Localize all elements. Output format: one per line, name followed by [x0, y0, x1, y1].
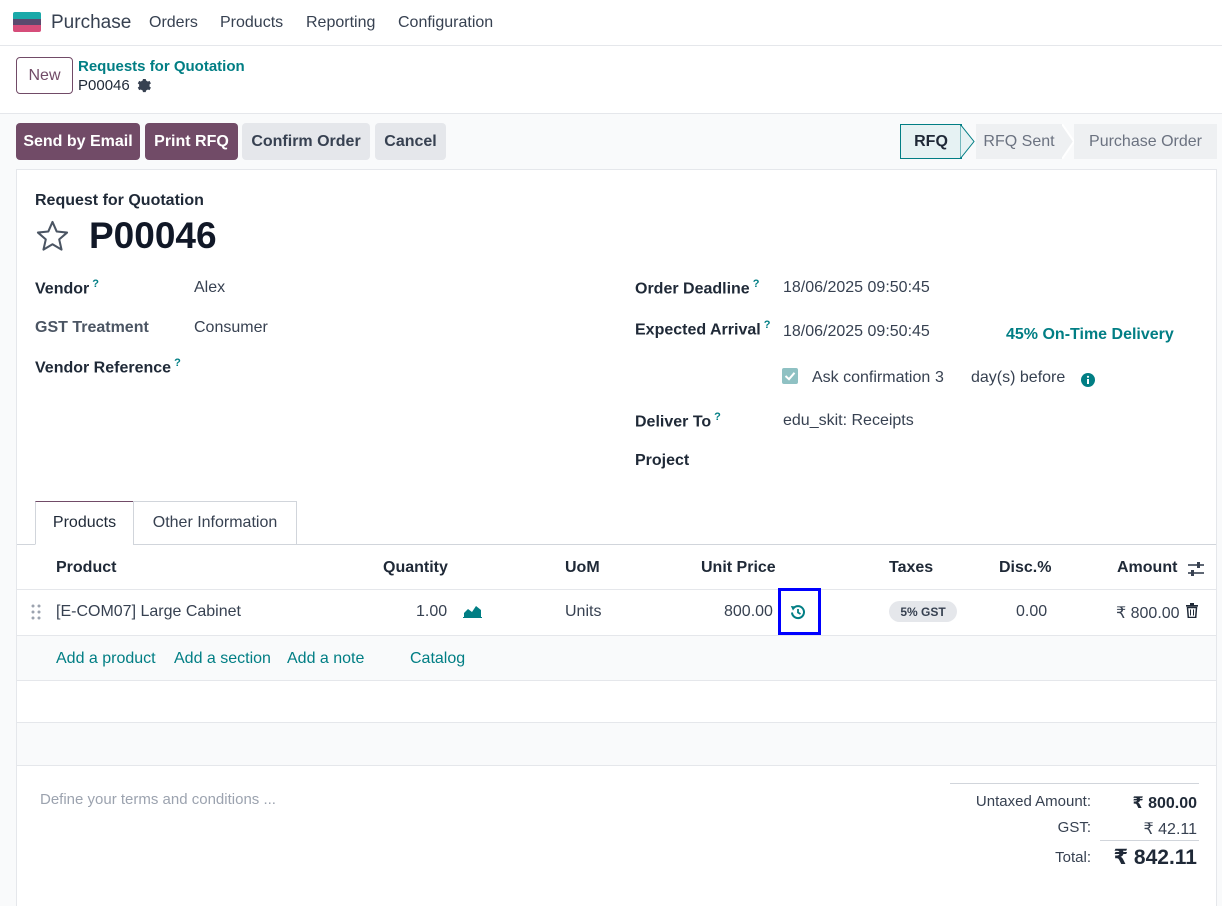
- total-label: Total:: [1055, 849, 1091, 866]
- order-deadline-label: Order Deadline?: [635, 278, 760, 298]
- tax-badge[interactable]: 5% GST: [889, 601, 957, 622]
- order-deadline-field[interactable]: 18/06/2025 09:50:45: [783, 279, 930, 297]
- deliver-to-label: Deliver To?: [635, 411, 721, 431]
- catalog-link[interactable]: Catalog: [410, 650, 465, 668]
- days-before-label: day(s) before: [971, 369, 1066, 386]
- gst-total-value: ₹ 42.11: [1143, 821, 1197, 838]
- top-navbar: Purchase Orders Products Reporting Confi…: [0, 0, 1222, 46]
- menu-products[interactable]: Products: [220, 14, 283, 32]
- vendor-field[interactable]: Alex: [194, 279, 225, 297]
- menu-configuration[interactable]: Configuration: [398, 14, 493, 32]
- deliver-to-field[interactable]: edu_skit: Receipts: [783, 412, 914, 430]
- terms-conditions-field[interactable]: Define your terms and conditions ...: [40, 791, 276, 808]
- col-disc[interactable]: Disc.%: [999, 559, 1051, 577]
- form-subtitle: Request for Quotation: [35, 192, 204, 209]
- total-divider: [1100, 840, 1199, 841]
- totals-border: [950, 783, 1199, 784]
- expected-arrival-label: Expected Arrival?: [635, 319, 771, 339]
- vendor-reference-label: Vendor Reference?: [35, 357, 181, 377]
- project-label: Project: [635, 452, 690, 469]
- vendor-label: Vendor?: [35, 278, 99, 298]
- column-settings-icon[interactable]: [1187, 561, 1205, 577]
- gst-total-label: GST:: [1057, 819, 1091, 836]
- on-time-delivery-stat[interactable]: 45% On-Time Delivery: [1006, 326, 1174, 344]
- app-name[interactable]: Purchase: [51, 12, 131, 34]
- drag-handle-icon[interactable]: [31, 604, 41, 620]
- col-taxes[interactable]: Taxes: [889, 559, 933, 577]
- row-border: [17, 722, 1216, 723]
- row-border: [17, 765, 1216, 766]
- info-icon[interactable]: [1081, 373, 1095, 387]
- cancel-button[interactable]: Cancel: [375, 123, 446, 160]
- ask-confirmation-label: Ask confirmation: [812, 369, 931, 386]
- gst-treatment-label: GST Treatment: [35, 319, 149, 336]
- record-reference: P00046: [89, 215, 217, 256]
- col-quantity[interactable]: Quantity: [383, 559, 448, 577]
- forecast-chart-icon[interactable]: [463, 604, 482, 618]
- stage-purchase-order[interactable]: Purchase Order: [1074, 124, 1217, 159]
- confirm-order-button[interactable]: Confirm Order: [242, 123, 370, 160]
- add-product-link[interactable]: Add a product: [56, 650, 156, 668]
- send-by-email-button[interactable]: Send by Email: [16, 123, 140, 160]
- add-note-link[interactable]: Add a note: [287, 650, 364, 668]
- empty-row: [17, 723, 1216, 765]
- cell-unit-price[interactable]: 800.00: [724, 603, 773, 621]
- reset-price-icon[interactable]: [790, 604, 806, 620]
- untaxed-amount-label: Untaxed Amount:: [975, 793, 1091, 810]
- menu-orders[interactable]: Orders: [149, 14, 198, 32]
- cell-discount[interactable]: 0.00: [1016, 603, 1047, 621]
- stage-rfq[interactable]: RFQ: [900, 124, 962, 159]
- untaxed-amount-value: ₹ 800.00: [1132, 795, 1197, 812]
- cell-product[interactable]: [E-COM07] Large Cabinet: [56, 603, 241, 621]
- cell-uom[interactable]: Units: [565, 603, 601, 621]
- star-icon[interactable]: [34, 219, 71, 254]
- breadcrumb-parent[interactable]: Requests for Quotation: [78, 58, 245, 75]
- stage-rfq-sent[interactable]: RFQ Sent: [976, 124, 1062, 159]
- col-amount[interactable]: Amount: [1117, 559, 1177, 577]
- expected-arrival-field[interactable]: 18/06/2025 09:50:45: [783, 323, 930, 341]
- menu-reporting[interactable]: Reporting: [306, 14, 375, 32]
- new-button[interactable]: New: [16, 57, 73, 94]
- col-unit-price[interactable]: Unit Price: [701, 559, 776, 577]
- print-rfq-button[interactable]: Print RFQ: [145, 123, 238, 160]
- gear-icon[interactable]: [136, 78, 151, 93]
- cell-amount: ₹ 800.00: [1116, 605, 1180, 622]
- purchase-app-icon[interactable]: [13, 12, 41, 32]
- col-uom[interactable]: UoM: [565, 559, 600, 577]
- breadcrumb-current: P00046: [78, 77, 130, 94]
- col-product[interactable]: Product: [56, 559, 116, 577]
- confirmation-days-field[interactable]: 3: [935, 369, 944, 387]
- trash-icon[interactable]: [1186, 603, 1198, 618]
- row-border: [17, 680, 1216, 681]
- ask-confirmation-checkbox[interactable]: [782, 368, 798, 384]
- gst-treatment-field[interactable]: Consumer: [194, 319, 268, 337]
- stage-arrow: [960, 124, 975, 159]
- cell-quantity[interactable]: 1.00: [416, 603, 447, 621]
- tab-products[interactable]: Products: [35, 501, 134, 545]
- control-panel: New Requests for Quotation P00046: [0, 46, 1222, 114]
- tab-other-information[interactable]: Other Information: [133, 501, 297, 545]
- add-section-link[interactable]: Add a section: [174, 650, 271, 668]
- total-value: ₹ 842.11: [1113, 846, 1197, 869]
